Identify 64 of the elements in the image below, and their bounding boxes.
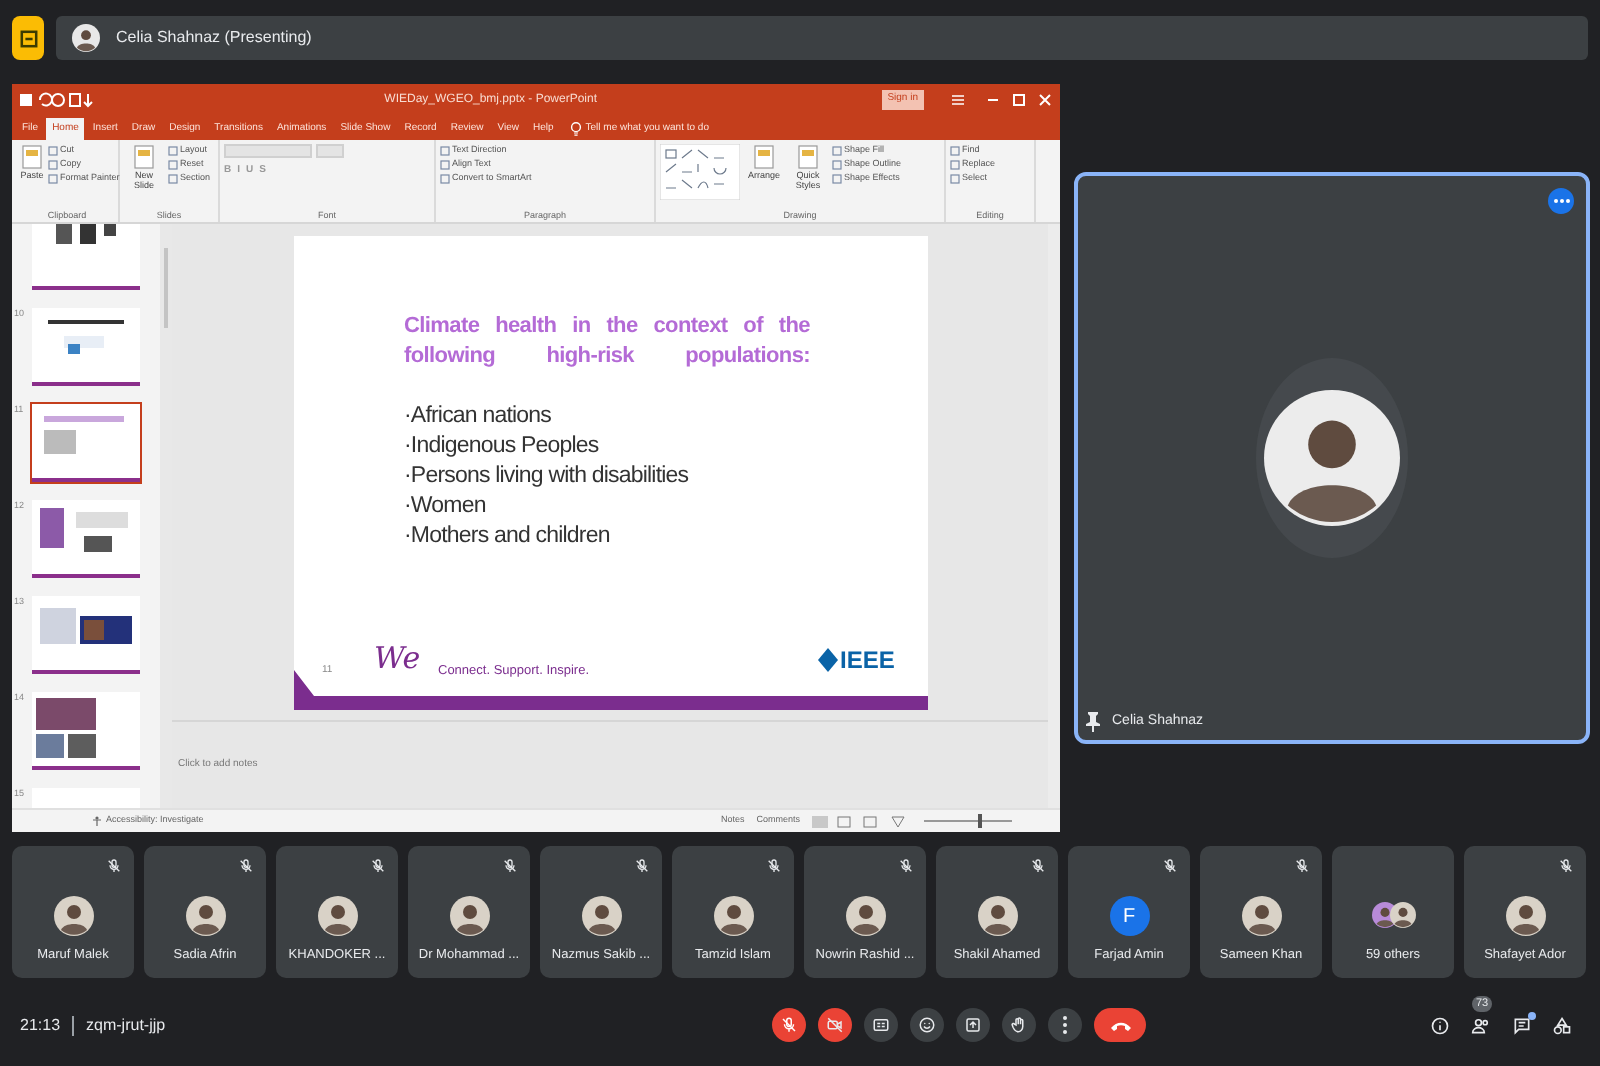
meeting-time: 21:13 bbox=[20, 1013, 61, 1037]
presentation-button[interactable] bbox=[12, 16, 44, 60]
scrollbar[interactable] bbox=[160, 224, 172, 808]
bullet-item: ·African nations bbox=[404, 402, 553, 432]
slide-thumbnail[interactable] bbox=[32, 692, 140, 770]
phone-icon bbox=[1109, 1019, 1131, 1031]
lightbulb-icon bbox=[569, 122, 582, 136]
captions-button[interactable] bbox=[864, 1008, 898, 1042]
captions-icon bbox=[872, 1016, 890, 1034]
window-controls-icons[interactable] bbox=[948, 92, 1052, 108]
wie-logo: We bbox=[374, 638, 421, 680]
avatar bbox=[977, 896, 1017, 937]
mic-off-icon bbox=[780, 1016, 798, 1034]
shapes-icon[interactable] bbox=[1552, 1015, 1572, 1035]
meeting-code: zqm-jrut-jjp bbox=[86, 1013, 166, 1037]
more-icon bbox=[1553, 198, 1569, 204]
present-icon bbox=[964, 1016, 982, 1034]
bullet-item: ·Indigenous Peoples bbox=[404, 432, 601, 462]
more-options-button[interactable] bbox=[1548, 188, 1574, 214]
chat-icon[interactable] bbox=[1512, 1015, 1532, 1035]
avatar bbox=[317, 896, 357, 937]
slide-thumbnail[interactable] bbox=[32, 596, 140, 674]
ieee-logo: IEEE bbox=[840, 648, 895, 672]
avatar bbox=[72, 24, 100, 52]
leave-call-button[interactable] bbox=[1094, 1008, 1146, 1042]
pin-icon[interactable] bbox=[1086, 711, 1100, 732]
avatar bbox=[1389, 902, 1415, 929]
bullet-item: ·Mothers and children bbox=[404, 522, 612, 552]
slide-thumbnail[interactable] bbox=[32, 404, 140, 482]
slider-thumb[interactable] bbox=[978, 814, 983, 828]
slide-thumbnail[interactable] bbox=[32, 500, 140, 578]
avatar bbox=[185, 896, 225, 937]
raise-hand-button[interactable] bbox=[1002, 1008, 1036, 1042]
avatar: F bbox=[1109, 896, 1149, 937]
hand-icon bbox=[1010, 1016, 1028, 1034]
reactions-button[interactable] bbox=[910, 1008, 944, 1042]
avatar bbox=[845, 896, 885, 937]
diamond-icon bbox=[818, 648, 838, 672]
present-button[interactable] bbox=[956, 1008, 990, 1042]
camera-off-icon bbox=[826, 1016, 844, 1034]
avatar bbox=[1505, 896, 1545, 937]
scrollbar[interactable] bbox=[1048, 224, 1060, 808]
font-size-field[interactable] bbox=[316, 144, 344, 158]
bullet-item: ·Persons living with disabilities bbox=[404, 462, 689, 492]
more-icon bbox=[1062, 1016, 1068, 1034]
accessibility-icon bbox=[92, 816, 102, 826]
slide-thumbnail[interactable] bbox=[32, 308, 140, 386]
smiley-icon bbox=[918, 1016, 936, 1034]
avatar bbox=[713, 896, 753, 937]
font-name-field[interactable] bbox=[224, 144, 312, 158]
people-icon[interactable] bbox=[1470, 1015, 1492, 1035]
presentation-icon bbox=[19, 29, 37, 47]
avatar bbox=[449, 896, 489, 937]
more-options-button[interactable] bbox=[1048, 1008, 1082, 1042]
microphone-button[interactable] bbox=[772, 1008, 806, 1042]
camera-button[interactable] bbox=[818, 1008, 852, 1042]
bullet-item: ·Women bbox=[404, 492, 488, 522]
presenter-name: Celia Shahnaz (Presenting) bbox=[116, 26, 312, 50]
avatar bbox=[581, 896, 621, 937]
avatar bbox=[53, 896, 93, 937]
slide-title: Climate health in the context of the following high-risk populations: bbox=[404, 312, 810, 372]
info-icon[interactable] bbox=[1430, 1015, 1450, 1035]
slide-thumbnail[interactable] bbox=[32, 224, 140, 290]
avatar bbox=[1241, 896, 1281, 937]
